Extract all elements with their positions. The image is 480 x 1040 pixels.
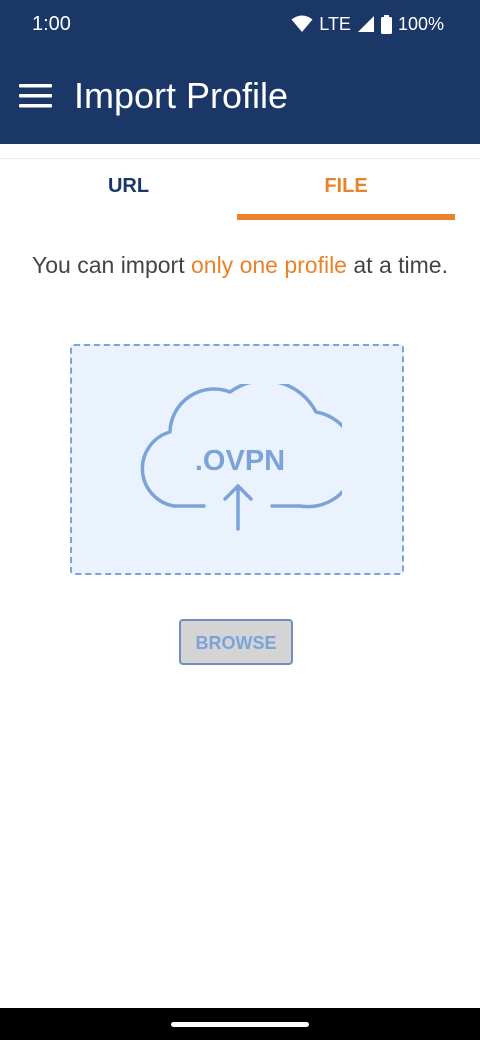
app-bar: Import Profile [0,48,480,144]
status-bar: 1:00 LTE 100% [0,0,480,48]
tab-url[interactable]: URL [20,144,237,222]
home-gesture-handle[interactable] [171,1022,309,1027]
battery-level: 100% [397,13,444,34]
active-tab-indicator [237,214,455,220]
page-title: Import Profile [74,75,289,116]
info-prefix: You can import [32,252,191,278]
network-type: LTE [319,13,351,34]
status-time: 1:00 [32,13,71,35]
hamburger-menu-icon[interactable] [16,78,56,114]
file-drop-zone[interactable]: .OVPN [70,344,404,575]
status-icons: LTE 100% [291,12,444,36]
battery-icon [380,14,392,34]
browse-button[interactable]: BROWSE [179,619,293,665]
signal-icon [357,15,375,33]
import-info-text: You can import only one profile at a tim… [30,248,450,282]
info-suffix: at a time. [346,252,448,278]
ovpn-label: .OVPN [194,445,286,477]
tab-bar: URL FILE [0,144,480,222]
info-highlight: only one profile [190,252,347,278]
navigation-bar [0,1008,480,1040]
wifi-icon [291,15,313,33]
tab-file[interactable]: FILE [237,144,455,222]
